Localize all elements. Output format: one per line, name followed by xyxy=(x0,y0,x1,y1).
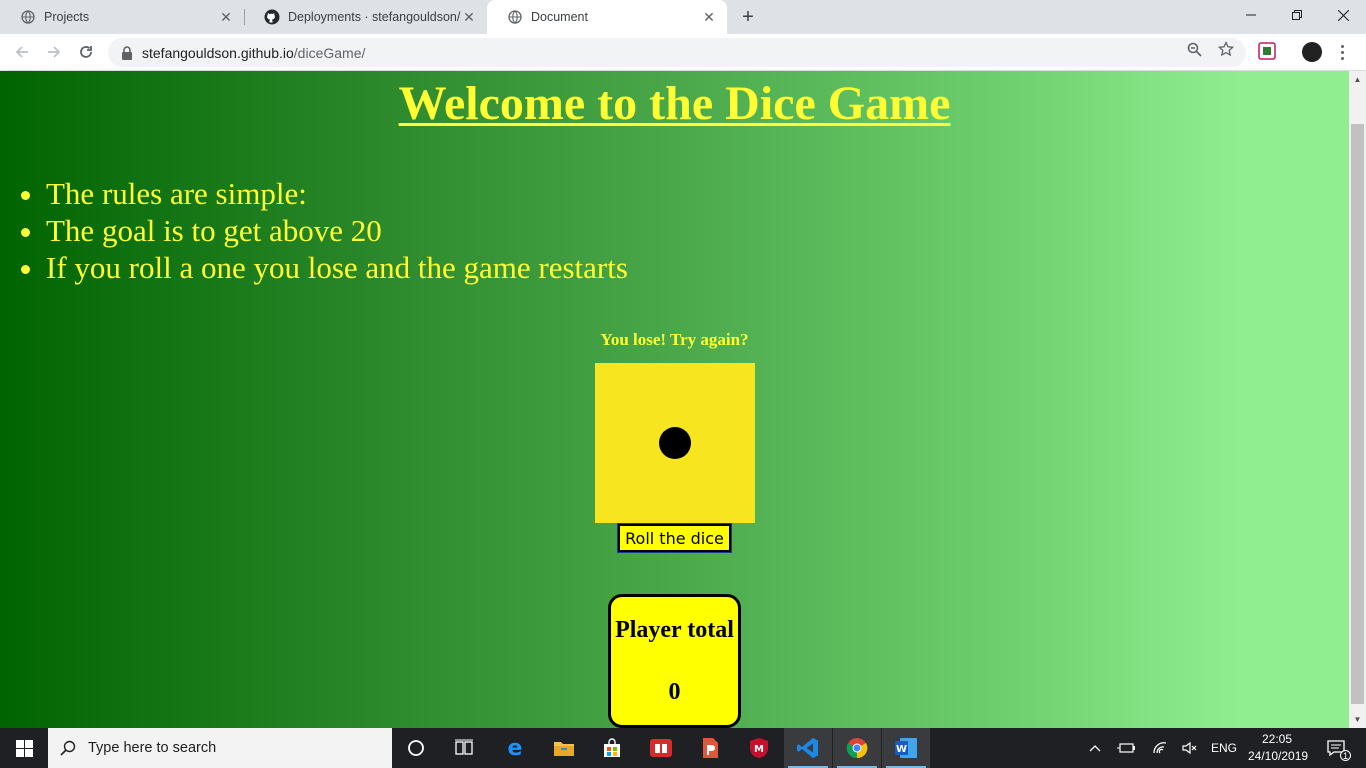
search-icon xyxy=(48,740,88,756)
mcafee-icon[interactable]: M xyxy=(735,728,783,768)
lock-icon[interactable] xyxy=(120,45,134,60)
zoom-icon[interactable] xyxy=(1186,41,1202,57)
show-hidden-icons-icon[interactable] xyxy=(1084,728,1106,768)
menu-dots-icon[interactable] xyxy=(1335,40,1349,64)
notification-count: 1 xyxy=(1340,750,1351,761)
close-tab-icon[interactable]: ✕ xyxy=(701,9,717,25)
restore-icon[interactable] xyxy=(1274,0,1320,30)
forward-icon[interactable] xyxy=(40,38,68,66)
battery-icon[interactable] xyxy=(1114,728,1138,768)
tab-label: Document xyxy=(531,10,588,24)
reload-icon[interactable] xyxy=(72,38,100,66)
scroll-up-icon[interactable]: ▲ xyxy=(1349,71,1366,88)
system-clock[interactable]: 22:05 24/10/2019 xyxy=(1248,731,1309,765)
taskbar-search[interactable]: Type here to search xyxy=(48,728,392,768)
player-total-label: Player total xyxy=(615,617,734,643)
word-icon[interactable]: W xyxy=(882,728,930,768)
back-icon[interactable] xyxy=(8,38,36,66)
minimize-icon[interactable] xyxy=(1228,0,1274,30)
url-path: /diceGame/ xyxy=(293,44,366,61)
url-text: stefangouldson.github.io/diceGame/ xyxy=(142,45,365,61)
red-app-icon[interactable] xyxy=(637,728,685,768)
volume-muted-icon[interactable] xyxy=(1178,728,1202,768)
scroll-down-icon[interactable]: ▼ xyxy=(1349,711,1366,728)
task-view-icon[interactable] xyxy=(440,728,488,768)
new-tab-icon[interactable]: + xyxy=(736,5,760,29)
store-icon[interactable] xyxy=(588,728,636,768)
rule-item: If you roll a one you lose and the game … xyxy=(46,249,628,286)
windows-taskbar: Type here to search e M W ENG 22:05 24/1… xyxy=(0,728,1366,768)
game-status-message: You lose! Try again? xyxy=(600,330,749,349)
cortana-icon[interactable] xyxy=(392,728,440,768)
roll-dice-button[interactable]: Roll the dice xyxy=(617,523,732,553)
chrome-icon[interactable] xyxy=(833,728,881,768)
scrollbar-thumb[interactable] xyxy=(1351,124,1364,704)
clock-time: 22:05 xyxy=(1261,732,1293,746)
language-indicator[interactable]: ENG xyxy=(1208,728,1240,768)
rules-list: The rules are simple: The goal is to get… xyxy=(46,175,628,286)
dice-pip xyxy=(659,427,691,459)
close-window-icon[interactable] xyxy=(1320,0,1366,30)
svg-text:W: W xyxy=(896,744,907,755)
office-app-icon[interactable] xyxy=(686,728,734,768)
svg-text:e: e xyxy=(508,737,523,759)
page-viewport: Welcome to the Dice Game The rules are s… xyxy=(0,71,1349,728)
clock-date: 24/10/2019 xyxy=(1248,749,1309,763)
rule-item: The goal is to get above 20 xyxy=(46,212,628,249)
tab-strip: Projects ✕ Deployments · stefangouldson/… xyxy=(0,0,1366,34)
globe-icon xyxy=(507,9,523,25)
close-tab-icon[interactable]: ✕ xyxy=(218,9,234,25)
wifi-icon[interactable] xyxy=(1148,728,1172,768)
tab-label: Projects xyxy=(44,10,90,24)
player-total-card: Player total 0 xyxy=(608,594,741,728)
action-center-icon[interactable]: 1 xyxy=(1318,728,1354,768)
address-bar[interactable]: stefangouldson.github.io/diceGame/ xyxy=(108,38,1246,67)
globe-icon xyxy=(20,9,36,25)
svg-text:M: M xyxy=(754,744,764,755)
close-tab-icon[interactable]: ✕ xyxy=(461,9,477,25)
vertical-scrollbar[interactable]: ▲ ▼ xyxy=(1349,71,1366,728)
extension-icon[interactable] xyxy=(1258,42,1276,60)
github-icon xyxy=(264,9,280,25)
file-explorer-icon[interactable] xyxy=(540,728,588,768)
search-placeholder: Type here to search xyxy=(88,740,217,756)
player-total-value: 0 xyxy=(668,679,681,705)
bookmark-star-icon[interactable] xyxy=(1218,41,1234,57)
rule-item: The rules are simple: xyxy=(46,175,628,212)
tab-deployments[interactable]: Deployments · stefangouldson/d ✕ xyxy=(244,0,487,34)
profile-avatar[interactable] xyxy=(1302,42,1322,62)
tab-document[interactable]: Document ✕ xyxy=(487,0,727,34)
dice-face xyxy=(595,363,755,523)
tab-projects[interactable]: Projects ✕ xyxy=(0,0,244,34)
url-host: stefangouldson.github.io xyxy=(142,44,294,61)
browser-toolbar: stefangouldson.github.io/diceGame/ xyxy=(0,34,1366,71)
page-title: Welcome to the Dice Game xyxy=(398,77,951,130)
tab-label: Deployments · stefangouldson/d xyxy=(288,10,461,24)
edge-icon[interactable]: e xyxy=(491,728,539,768)
vscode-icon[interactable] xyxy=(784,728,832,768)
windows-start-icon[interactable] xyxy=(0,728,48,768)
